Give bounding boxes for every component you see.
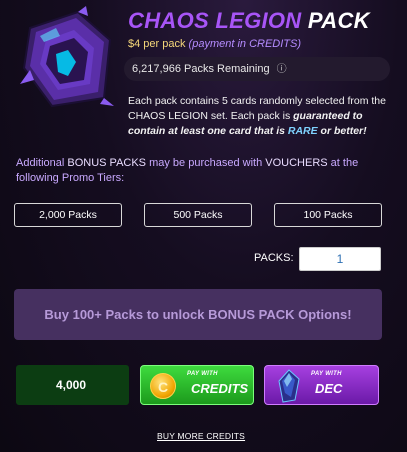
- pay-credits-label: CREDITS: [191, 381, 249, 396]
- pack-price: $4 per pack (payment in CREDITS): [128, 38, 301, 50]
- dec-gem-icon: [278, 369, 300, 403]
- packs-quantity-label: PACKS:: [254, 252, 294, 264]
- pay-with-dec-button[interactable]: PAY WITH DEC: [264, 365, 379, 405]
- credits-coin-icon: C: [150, 373, 176, 399]
- price-payment-note: (payment in CREDITS): [188, 38, 302, 50]
- tier-100-packs-button[interactable]: 100 Packs: [274, 203, 382, 227]
- bonus-text-mid: may be purchased with: [146, 157, 266, 169]
- pay-dec-label: DEC: [315, 381, 343, 396]
- pay-dec-small-label: PAY WITH: [311, 371, 342, 377]
- packs-remaining-badge: 6,217,966 Packs Remaining ⓘ: [124, 57, 390, 81]
- bonus-packs-highlight: BONUS PACKS: [67, 157, 147, 169]
- description-rare: RARE: [287, 125, 318, 137]
- pay-with-credits-button[interactable]: C PAY WITH CREDITS: [140, 365, 254, 405]
- vouchers-highlight: VOUCHERS: [265, 157, 328, 169]
- buy-more-credits-link[interactable]: BUY MORE CREDITS: [157, 431, 245, 441]
- title-pack-word: PACK: [307, 8, 370, 33]
- packs-remaining-text: 6,217,966 Packs Remaining: [132, 63, 270, 75]
- bonus-text-before: Additional: [16, 157, 68, 169]
- tier-500-packs-button[interactable]: 500 Packs: [144, 203, 252, 227]
- pay-credits-small-label: PAY WITH: [187, 371, 218, 377]
- price-value: $4 per pack: [128, 38, 186, 50]
- title-set-name: CHAOS LEGION: [128, 8, 302, 33]
- info-icon[interactable]: ⓘ: [277, 58, 287, 82]
- pack-title: CHAOS LEGION PACK: [128, 8, 370, 34]
- credits-balance: 4,000: [16, 365, 129, 405]
- pack-description: Each pack contains 5 cards randomly sele…: [128, 94, 396, 139]
- packs-quantity-input[interactable]: [299, 247, 381, 271]
- description-or-better: or better!: [317, 125, 367, 137]
- bonus-unlock-banner: Buy 100+ Packs to unlock BONUS PACK Opti…: [14, 289, 382, 340]
- bonus-packs-note: Additional BONUS PACKS may be purchased …: [16, 156, 376, 186]
- chaos-legion-pack-image: [16, 6, 120, 112]
- tier-2000-packs-button[interactable]: 2,000 Packs: [14, 203, 122, 227]
